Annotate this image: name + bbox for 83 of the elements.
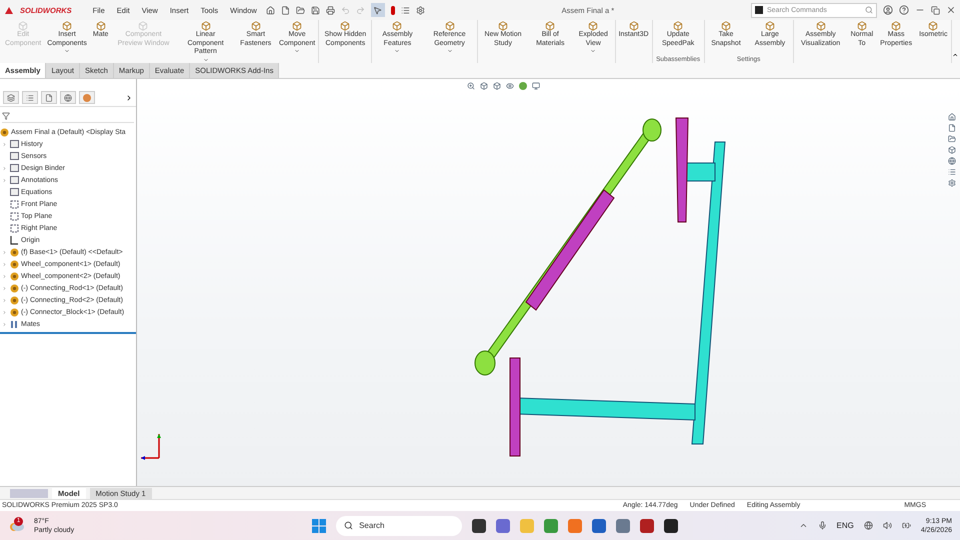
globe-icon[interactable] [948,157,956,165]
config-tab[interactable] [41,91,57,104]
appearance-icon[interactable] [519,82,527,90]
terminal-icon [755,6,763,14]
caret-icon [202,56,209,62]
account-icon[interactable] [883,5,893,15]
caret-icon [294,48,300,54]
microphone-icon[interactable] [818,521,826,530]
property-tab[interactable] [22,91,38,104]
home-icon[interactable] [266,6,275,14]
properties-icon[interactable] [948,168,956,176]
cube-icon [628,21,639,31]
restore-icon[interactable] [931,6,940,14]
app-icon[interactable] [472,518,486,532]
caret-icon [446,48,453,54]
new-file-icon[interactable] [280,6,290,14]
volume-icon[interactable] [882,521,892,530]
view-cube-icon[interactable] [480,82,488,90]
filter-icon[interactable] [2,112,10,120]
cube-icon [928,21,938,31]
mates-icon [10,320,19,328]
section-icon[interactable] [493,82,501,90]
eye-icon[interactable] [506,82,514,90]
origin-icon [10,236,19,244]
cube-icon [200,21,211,31]
cube-icon [444,21,455,31]
part-icon [0,128,9,136]
cube-icon [392,21,402,31]
battery-icon[interactable] [902,521,911,530]
cube-icon [891,21,902,31]
resources-icon[interactable] [948,124,956,132]
select-button[interactable] [370,3,385,17]
windows-start-icon[interactable] [312,518,326,532]
list-icon [26,94,34,102]
collapse-icon[interactable] [952,51,958,59]
zoom-icon[interactable] [467,82,475,90]
settings-icon[interactable] [948,179,956,187]
save-icon[interactable] [310,6,320,14]
help-icon[interactable] [899,5,909,15]
print-icon[interactable] [326,6,335,14]
file-icon [45,94,53,102]
app-icon[interactable] [640,518,654,532]
cube-icon [816,21,826,31]
language-indicator[interactable]: ENG [836,521,854,530]
cube-icon [545,21,556,31]
cube-icon [96,21,106,31]
cube-icon [138,21,148,31]
caret-icon [64,48,70,54]
pointer-icon [373,6,382,14]
dim-tab[interactable] [60,91,76,104]
home-icon[interactable] [948,113,956,121]
cube-icon [588,21,598,31]
settings-icon[interactable] [416,6,425,14]
library-icon[interactable] [948,146,956,154]
traffic-light-icon[interactable] [390,6,395,14]
list-icon[interactable] [400,6,410,14]
app-icon[interactable] [664,518,678,532]
logo-icon [4,6,14,14]
caret-icon [394,48,400,54]
globe-icon [64,94,72,102]
cube-icon [856,21,867,31]
caret-icon [590,48,596,54]
cube-icon [292,21,302,31]
color-wheel-icon [83,94,91,102]
chevron-icon[interactable] [125,94,133,102]
monitor-icon[interactable] [532,82,540,90]
cube-icon [720,21,731,31]
cube-icon [673,21,684,31]
tree-tab[interactable] [3,91,19,104]
taskbar-search[interactable]: Search [336,516,462,536]
cube-icon [340,21,350,31]
cube-icon [62,21,72,31]
open-icon[interactable] [296,6,305,14]
cube-icon [498,21,508,31]
search-icon [344,521,354,530]
search-icon [865,6,873,14]
cube-icon [250,21,261,31]
cube-icon [18,21,28,31]
close-icon[interactable] [946,5,956,15]
cube-icon [764,21,775,31]
network-icon[interactable] [864,521,873,530]
folder-icon[interactable] [948,135,956,143]
layers-icon [7,94,15,102]
